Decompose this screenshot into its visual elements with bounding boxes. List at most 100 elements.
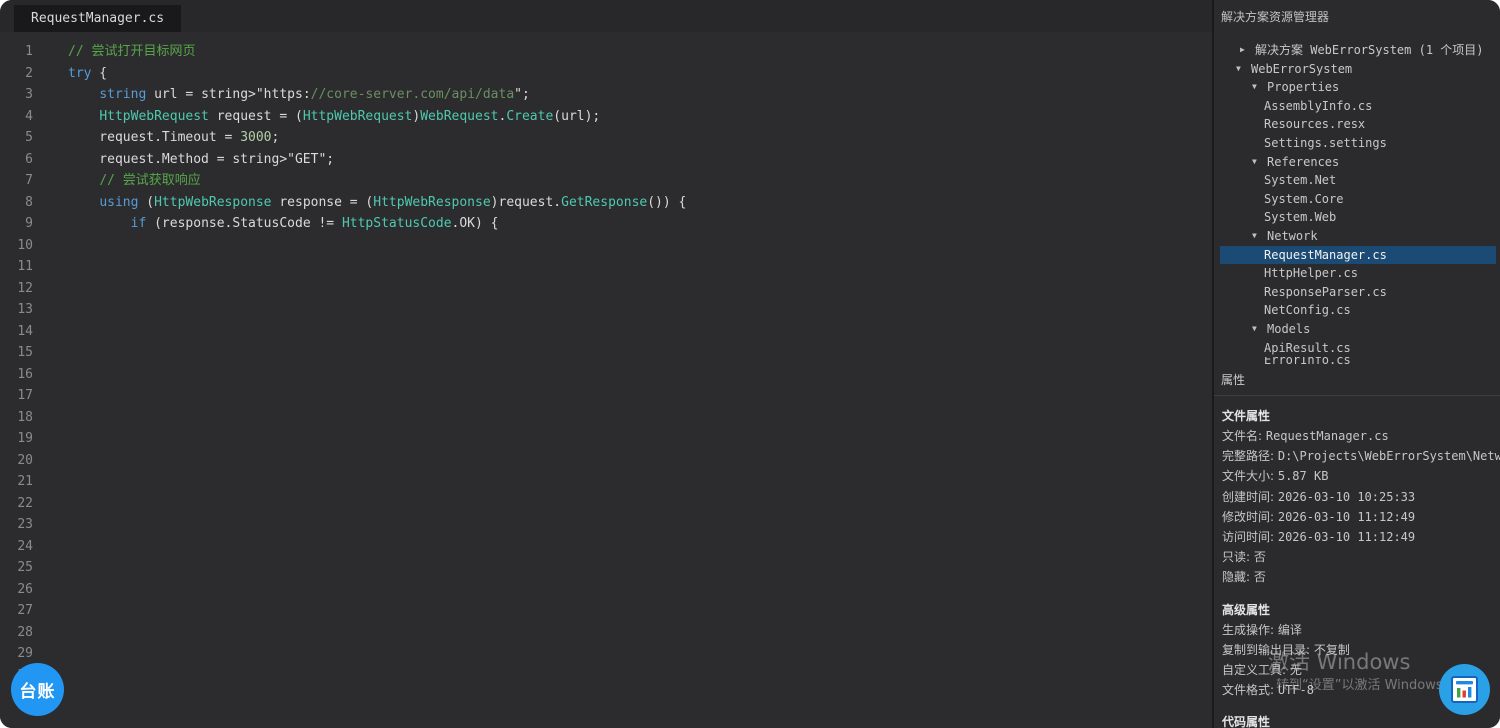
code-lines: 1// 尝试打开目标网页2try {3 string url = string>… <box>0 41 1212 708</box>
tree-item-netconfig-cs[interactable]: NetConfig.cs <box>1220 301 1496 320</box>
tree-item-label: Settings.settings <box>1264 134 1387 153</box>
tree-item-label: System.Web <box>1264 208 1336 227</box>
code-line[interactable]: 2try { <box>0 63 1212 85</box>
code-line[interactable]: 15 <box>0 342 1212 364</box>
code-line[interactable]: 19 <box>0 428 1212 450</box>
code-line[interactable]: 11 <box>0 256 1212 278</box>
code-line[interactable]: 26 <box>0 579 1212 601</box>
code-line-text: using (HttpWebResponse response = (HttpW… <box>68 195 686 210</box>
code-line[interactable]: 4 HttpWebRequest request = (HttpWebReque… <box>0 106 1212 128</box>
properties-panel-title: 属性 <box>1221 371 1245 388</box>
line-number: 29 <box>0 643 33 665</box>
tree-item-label: NetConfig.cs <box>1264 301 1351 320</box>
code-line[interactable]: 14 <box>0 321 1212 343</box>
code-line[interactable]: 17 <box>0 385 1212 407</box>
code-line[interactable]: 10 <box>0 235 1212 257</box>
tree-item-system-core[interactable]: System.Core <box>1220 190 1496 209</box>
code-line-text: string url = string>"https://core-server… <box>68 87 530 102</box>
line-number: 17 <box>0 385 33 407</box>
line-number: 27 <box>0 600 33 622</box>
property-value: 2026-03-10 10:25:33 <box>1278 490 1415 504</box>
code-line[interactable]: 3 string url = string>"https://core-serv… <box>0 84 1212 106</box>
code-line[interactable]: 22 <box>0 493 1212 515</box>
line-number: 10 <box>0 235 33 257</box>
property-label: 文件大小: <box>1222 469 1278 483</box>
property-value: 2026-03-10 11:12:49 <box>1278 510 1415 524</box>
code-editor[interactable]: 1// 尝试打开目标网页2try {3 string url = string>… <box>0 32 1212 728</box>
tree-item-properties[interactable]: ▼Properties <box>1220 78 1496 97</box>
tree-item-resources-resx[interactable]: Resources.resx <box>1220 115 1496 134</box>
code-line[interactable]: 30 <box>0 665 1212 687</box>
tree-item-network[interactable]: ▼Network <box>1220 227 1496 246</box>
code-line[interactable]: 16 <box>0 364 1212 386</box>
tree-item-httphelper-cs[interactable]: HttpHelper.cs <box>1220 264 1496 283</box>
line-number: 13 <box>0 299 33 321</box>
code-line-text: // 尝试打开目标网页 <box>68 44 195 59</box>
code-line[interactable]: 20 <box>0 450 1212 472</box>
tree-item-label: 解决方案 WebErrorSystem (1 个项目) <box>1255 41 1484 60</box>
tree-item--weberrorsystem-1-[interactable]: ▶解决方案 WebErrorSystem (1 个项目) <box>1220 41 1496 60</box>
code-line[interactable]: 23 <box>0 514 1212 536</box>
code-line[interactable]: 13 <box>0 299 1212 321</box>
tree-item-system-net[interactable]: System.Net <box>1220 171 1496 190</box>
code-line-text: HttpWebRequest request = (HttpWebRequest… <box>68 109 600 124</box>
line-number: 28 <box>0 622 33 644</box>
line-number: 24 <box>0 536 33 558</box>
code-line[interactable]: 25 <box>0 557 1212 579</box>
property-label: 完整路径: <box>1222 449 1278 463</box>
line-number: 25 <box>0 557 33 579</box>
code-line[interactable]: 21 <box>0 471 1212 493</box>
code-line[interactable]: 5 request.Timeout = 3000; <box>0 127 1212 149</box>
tree-item-settings-settings[interactable]: Settings.settings <box>1220 134 1496 153</box>
tab-requestmanager-cs[interactable]: RequestManager.cs <box>14 5 181 32</box>
tree-item-label: Models <box>1267 320 1310 339</box>
code-line[interactable]: 1// 尝试打开目标网页 <box>0 41 1212 63</box>
chevron-down-icon[interactable]: ▼ <box>1252 227 1267 246</box>
property-value: RequestManager.cs <box>1266 429 1389 443</box>
tree-item-apiresult-cs[interactable]: ApiResult.cs <box>1220 339 1496 358</box>
property-label: 自定义工具: <box>1222 663 1290 677</box>
tree-item-responseparser-cs[interactable]: ResponseParser.cs <box>1220 283 1496 302</box>
code-line[interactable]: 7 // 尝试获取响应 <box>0 170 1212 192</box>
tree-item-label: Network <box>1267 227 1318 246</box>
property-value: 否 <box>1254 570 1266 584</box>
tree-item-assemblyinfo-cs[interactable]: AssemblyInfo.cs <box>1220 97 1496 116</box>
line-number: 16 <box>0 364 33 386</box>
code-line[interactable]: 27 <box>0 600 1212 622</box>
tree-item-requestmanager-cs[interactable]: RequestManager.cs <box>1220 246 1496 265</box>
chevron-right-icon[interactable]: ▶ <box>1240 41 1255 60</box>
chevron-down-icon[interactable]: ▼ <box>1252 320 1267 339</box>
code-line[interactable]: 29 <box>0 643 1212 665</box>
code-line[interactable]: 12 <box>0 278 1212 300</box>
tree-item-references[interactable]: ▼References <box>1220 153 1496 172</box>
code-line[interactable]: 8 using (HttpWebResponse response = (Htt… <box>0 192 1212 214</box>
tree-item-label: WebErrorSystem <box>1251 60 1352 79</box>
property-label: 生成操作: <box>1222 623 1278 637</box>
line-number: 26 <box>0 579 33 601</box>
chart-fab-button[interactable] <box>1439 664 1490 715</box>
property-value: D:\Projects\WebErrorSystem\Network\ <box>1278 449 1500 463</box>
code-line[interactable]: 9 if (response.StatusCode != HttpStatusC… <box>0 213 1212 235</box>
code-line[interactable]: 28 <box>0 622 1212 644</box>
property-value: 2026-03-10 11:12:49 <box>1278 530 1415 544</box>
tree-item-weberrorsystem[interactable]: ▼WebErrorSystem <box>1220 60 1496 79</box>
tree-item-system-web[interactable]: System.Web <box>1220 208 1496 227</box>
property-value: 编译 <box>1278 623 1302 637</box>
property-row: 修改时间: 2026-03-10 11:12:49 <box>1222 507 1498 527</box>
code-line[interactable]: 18 <box>0 407 1212 429</box>
chevron-down-icon[interactable]: ▼ <box>1252 78 1267 97</box>
property-row: 完整路径: D:\Projects\WebErrorSystem\Network… <box>1222 446 1498 466</box>
line-number: 22 <box>0 493 33 515</box>
line-number: 23 <box>0 514 33 536</box>
code-line[interactable]: 31 <box>0 686 1212 708</box>
chevron-down-icon[interactable]: ▼ <box>1236 60 1251 79</box>
solution-explorer-title: 解决方案资源管理器 <box>1214 0 1500 32</box>
code-line[interactable]: 24 <box>0 536 1212 558</box>
ledger-fab-button[interactable]: 台账 <box>11 663 64 716</box>
property-value: 否 <box>1254 550 1266 564</box>
tree-item-errorinfo-cs[interactable]: ErrorInfo.cs <box>1220 357 1496 364</box>
chevron-down-icon[interactable]: ▼ <box>1252 153 1267 172</box>
code-line[interactable]: 6 request.Method = string>"GET"; <box>0 149 1212 171</box>
tree-item-label: HttpHelper.cs <box>1264 264 1358 283</box>
tree-item-models[interactable]: ▼Models <box>1220 320 1496 339</box>
